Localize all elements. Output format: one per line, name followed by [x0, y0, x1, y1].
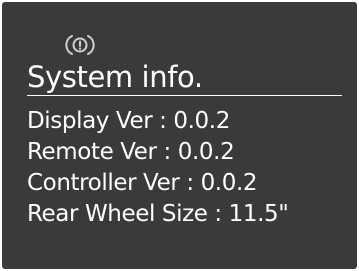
remote-version-row: Remote Ver : 0.0.2 [27, 139, 235, 165]
page-title: System info. [27, 60, 203, 94]
title-divider [27, 95, 342, 96]
rear-wheel-size-row: Rear Wheel Size : 11.5" [27, 201, 289, 227]
info-list: Display Ver : 0.0.2 Remote Ver : 0.0.2 C… [27, 106, 289, 230]
system-info-screen: System info. Display Ver : 0.0.2 Remote … [2, 2, 357, 269]
warning-circle-icon [65, 33, 95, 57]
display-version-row: Display Ver : 0.0.2 [27, 108, 230, 134]
controller-version-row: Controller Ver : 0.0.2 [27, 170, 258, 196]
